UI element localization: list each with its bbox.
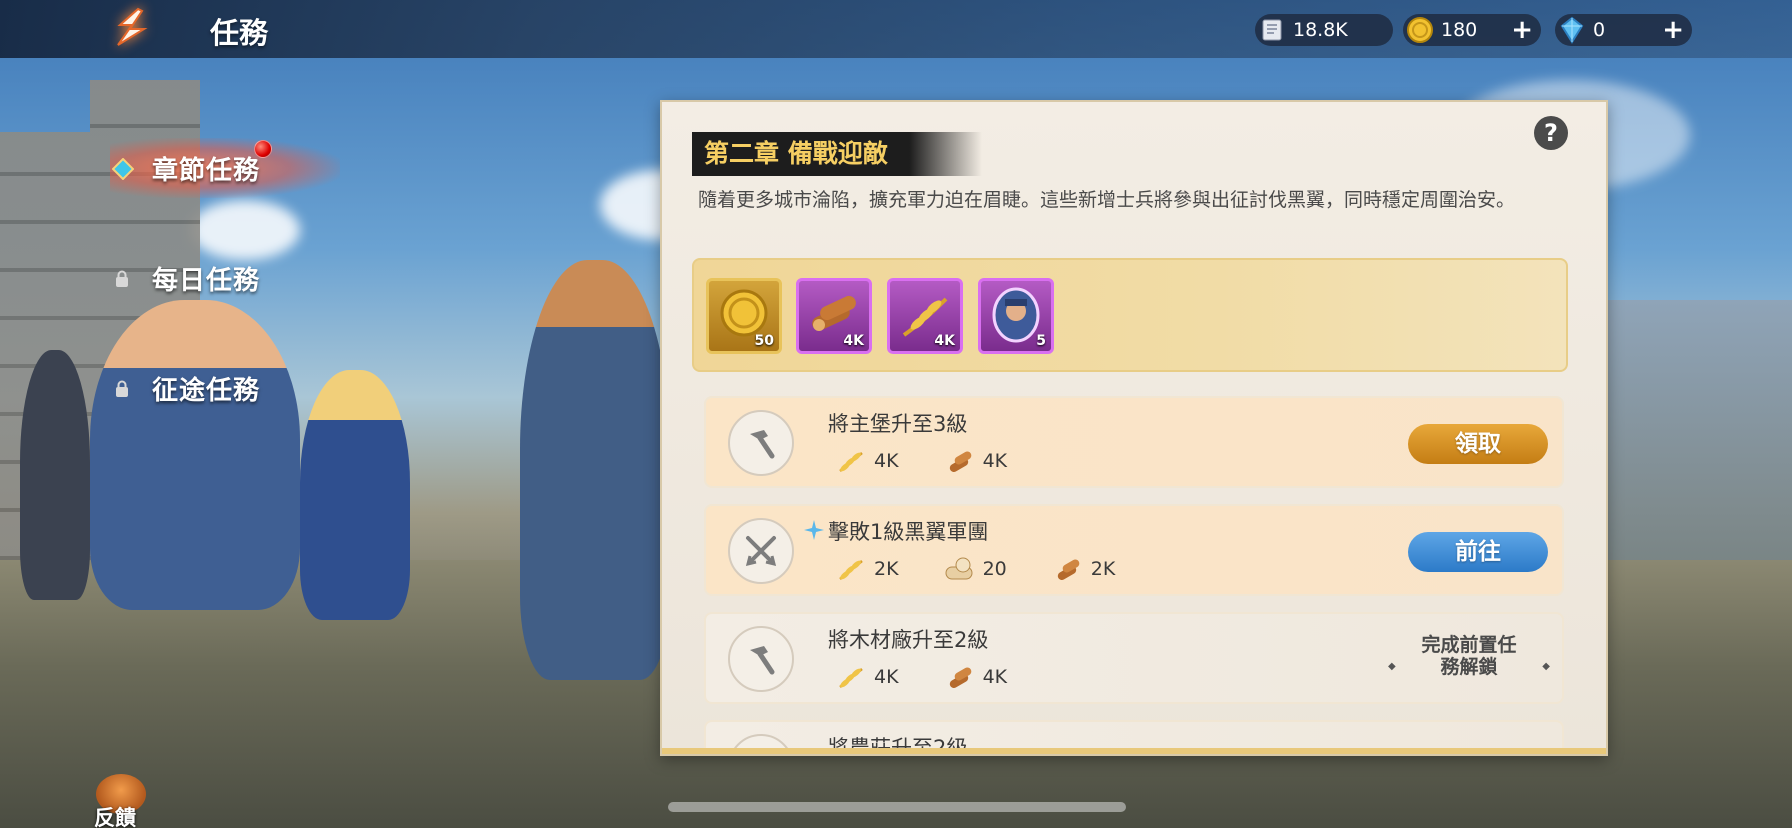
advisor-illustration — [520, 260, 670, 680]
resource-value: 180 — [1441, 19, 1478, 41]
reward-hero[interactable]: 5 — [978, 278, 1054, 354]
wood-log-icon — [943, 446, 977, 476]
sidebar-item-daily-tasks[interactable]: 每日任務 — [110, 248, 340, 308]
chapter-title: 第二章 備戰迎敵 — [692, 132, 982, 176]
reward-wheat: 2K — [834, 554, 899, 584]
lock-icon — [115, 380, 129, 402]
lock-icon — [115, 270, 129, 292]
reward-wood: 4K — [943, 446, 1008, 476]
sidebar-item-label: 章節任務 — [152, 155, 261, 186]
back-arrow-icon — [117, 7, 148, 46]
chapter-reward-strip: 50 4K 4K 5 — [692, 258, 1568, 372]
locked-text-line1: 完成前置任 — [1421, 634, 1517, 656]
task-panel: ? 第二章 備戰迎敵 隨着更多城市淪陷，擴充軍力迫在眉睫。這些新增士兵將參與出征… — [660, 100, 1608, 756]
wheat-icon — [834, 662, 868, 692]
add-gem-button[interactable]: + — [1662, 17, 1684, 43]
wheat-icon — [834, 446, 868, 476]
crossed-swords-icon — [728, 518, 794, 584]
go-button[interactable]: 前往 — [1408, 532, 1548, 572]
back-button[interactable] — [102, 2, 160, 54]
task-row: 將農莊升至2級 — [704, 720, 1564, 756]
sparkle-icon — [804, 520, 824, 544]
top-bar: 任務 18.8K 180 + 0 + — [0, 0, 1792, 58]
reward-wood: 4K — [943, 662, 1008, 692]
reward-value: 2K — [1090, 558, 1116, 580]
sidebar-item-journey-tasks[interactable]: 征途任務 — [110, 358, 340, 418]
wood-log-icon — [943, 662, 977, 692]
scroll-icon — [1257, 15, 1287, 45]
notification-dot — [254, 140, 272, 158]
villager-illustration — [90, 300, 300, 610]
task-row: 將木材廠升至2級 4K 4K ◆ 完成前置任 務解鎖 ◆ — [704, 612, 1564, 704]
diamond-bullet-icon: ◆ — [1542, 661, 1550, 672]
feedback-label: 反饋 — [94, 806, 136, 828]
task-title: 擊敗1級黑翼軍團 — [828, 520, 989, 544]
task-rewards: 4K 4K — [834, 662, 1051, 692]
chapter-description: 隨着更多城市淪陷，擴充軍力迫在眉睫。這些新增士兵將參與出征討伐黑翼，同時穩定周圍… — [698, 189, 1516, 211]
reward-qty: 4K — [934, 333, 955, 349]
resource-value: 0 — [1593, 19, 1606, 41]
reward-qty: 50 — [754, 333, 774, 349]
diamond-bullet-icon: ◆ — [1388, 661, 1396, 672]
reward-wheat[interactable]: 4K — [887, 278, 963, 354]
reward-value: 4K — [982, 666, 1008, 688]
wheat-icon — [834, 554, 868, 584]
task-title: 將農莊升至2級 — [828, 736, 968, 756]
locked-text-line2: 務解鎖 — [1440, 656, 1498, 678]
reward-value: 4K — [874, 666, 899, 688]
reward-gold-coin[interactable]: 50 — [706, 278, 782, 354]
claim-button[interactable]: 領取 — [1408, 424, 1548, 464]
reward-wood: 2K — [1051, 554, 1116, 584]
sidebar-item-chapter-tasks[interactable]: 章節任務 — [110, 138, 340, 198]
feedback-button[interactable]: 反饋 — [90, 774, 150, 828]
reward-wheat: 4K — [834, 446, 899, 476]
reward-value: 4K — [982, 450, 1008, 472]
reward-scroll-bundle: 20 — [943, 554, 1007, 584]
sidebar-item-label: 征途任務 — [152, 375, 261, 406]
resource-scroll[interactable]: 18.8K — [1255, 14, 1393, 46]
reward-value: 4K — [874, 450, 899, 472]
sidebar-item-label: 每日任務 — [152, 265, 261, 296]
soldier-illustration — [20, 350, 90, 600]
blue-gem-icon — [1557, 15, 1587, 45]
reward-value: 2K — [874, 558, 899, 580]
reward-qty: 5 — [1036, 333, 1046, 349]
reward-wheat: 4K — [834, 662, 899, 692]
task-row: 擊敗1級黑翼軍團 2K 20 2K 前往 — [704, 504, 1564, 596]
resource-gold[interactable]: 180 + — [1403, 14, 1541, 46]
task-rewards: 2K 20 2K — [834, 554, 1159, 584]
page-title: 任務 — [210, 16, 269, 50]
wood-log-icon — [1051, 554, 1085, 584]
task-title: 將主堡升至3級 — [828, 412, 968, 436]
task-rewards: 4K 4K — [834, 446, 1051, 476]
task-row: 將主堡升至3級 4K 4K 領取 — [704, 396, 1564, 488]
gold-coin-icon — [1405, 15, 1435, 45]
hammer-icon — [728, 410, 794, 476]
reward-wood[interactable]: 4K — [796, 278, 872, 354]
task-title: 將木材廠升至2級 — [828, 628, 989, 652]
locked-status: ◆ 完成前置任 務解鎖 ◆ — [1388, 634, 1550, 678]
hammer-icon — [728, 734, 794, 754]
help-button[interactable]: ? — [1534, 116, 1568, 150]
home-indicator[interactable] — [668, 802, 1126, 812]
scroll-bundle-icon — [943, 554, 977, 584]
diamond-marker-icon — [111, 157, 135, 184]
add-gold-button[interactable]: + — [1511, 17, 1533, 43]
resource-value: 18.8K — [1293, 19, 1348, 41]
reward-qty: 4K — [843, 333, 864, 349]
hammer-icon — [728, 626, 794, 692]
resource-gem[interactable]: 0 + — [1555, 14, 1692, 46]
reward-value: 20 — [982, 558, 1007, 580]
